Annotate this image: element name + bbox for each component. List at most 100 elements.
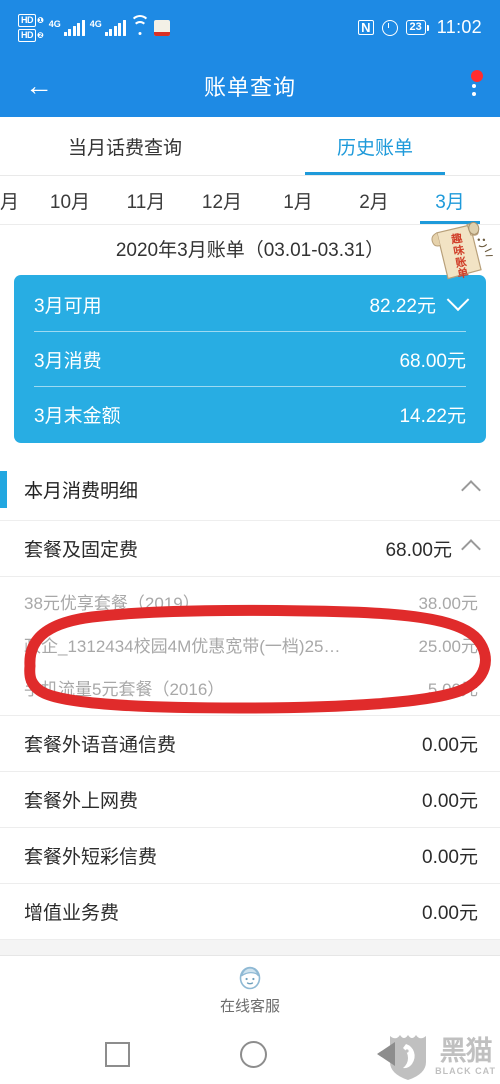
bill-period-title: 2020年3月账单（03.01-03.31） — [115, 239, 385, 261]
row-label: 套餐外语音通信费 — [24, 735, 177, 756]
month-label: 10月 — [49, 191, 91, 213]
sub-row-38-plan: 38元优享套餐（2019） 38.00元 — [0, 580, 500, 623]
signal-sim2: 4G — [90, 19, 126, 36]
row-extra-sms-fee[interactable]: 套餐外短彩信费 0.00元 — [0, 828, 500, 884]
phone-screen: HD ❶ HD ❷ 4G 4G N 23 11:02 ← 账单查询 当月话费查询… — [0, 0, 500, 1084]
sub-row-campus-broadband: 政企_1312434校园4M优惠宽带(一档)25元（首... 25.00元 — [0, 623, 500, 666]
summary-value-wrap: 68.00元 — [399, 346, 466, 373]
sim-indicator-1: ❶ — [37, 15, 44, 25]
summary-card: 3月可用 82.22元 3月消费 68.00元 3月末金额 14.22元 — [14, 275, 486, 443]
row-package-fixed-fee[interactable]: 套餐及固定费 68.00元 — [0, 521, 500, 577]
main-tabs: 当月话费查询 历史账单 — [0, 117, 500, 176]
month-item-1[interactable]: 1月 — [260, 176, 336, 224]
android-nav-bar: 黑猫 BLACK CAT — [0, 1024, 500, 1084]
signal-bars-icon-1 — [63, 20, 85, 36]
summary-value: 14.22元 — [399, 405, 466, 427]
month-item-2[interactable]: 2月 — [336, 176, 412, 224]
alarm-clock-icon — [381, 19, 398, 36]
app-notification-icon — [153, 19, 170, 36]
row-extra-data-fee[interactable]: 套餐外上网费 0.00元 — [0, 772, 500, 828]
summary-label: 3月消费 — [34, 350, 102, 372]
section-title: 本月消费明细 — [24, 481, 139, 502]
month-label: 11月 — [126, 191, 166, 213]
row-label: 政企_1312434校园4M优惠宽带(一档)25元（首... — [24, 637, 354, 656]
chevron-up-icon[interactable] — [461, 479, 481, 500]
back-arrow-icon[interactable]: ← — [22, 69, 56, 103]
page-title: 账单查询 — [203, 75, 296, 100]
fun-bill-scroll-icon[interactable]: 趣 味 账 单 — [426, 219, 496, 289]
watermark-black-cat: 黑猫 BLACK CAT — [386, 1032, 496, 1082]
month-label: 1月 — [283, 191, 313, 213]
tab-label: 当月话费查询 — [67, 137, 182, 159]
more-vertical-icon[interactable] — [471, 70, 483, 96]
hd-badge-sim2: HD ❷ — [18, 28, 44, 42]
status-bar-clock: 11:02 — [436, 17, 482, 37]
circle-home-icon[interactable] — [240, 1040, 267, 1068]
watermark-cn: 黑猫 — [439, 1036, 493, 1066]
network-type-1: 4G — [48, 19, 61, 29]
summary-value-wrap: 82.22元 — [369, 288, 470, 318]
row-value: 5.00元 — [427, 680, 478, 699]
status-bar-left: HD ❶ HD ❷ 4G 4G — [18, 13, 170, 42]
row-label: 套餐外上网费 — [24, 791, 139, 812]
summary-value: 68.00元 — [399, 350, 466, 372]
row-value: 38.00元 — [418, 594, 478, 613]
row-label: 手机流量5元套餐（2016） — [24, 680, 225, 699]
hd-label-1: HD — [18, 13, 36, 27]
watermark-text: 黑猫 BLACK CAT — [435, 1038, 496, 1076]
online-service-label: 在线客服 — [219, 998, 280, 1015]
tab-history-bills[interactable]: 历史账单 — [250, 117, 500, 175]
row-label: 增值业务费 — [24, 903, 120, 924]
chevron-down-icon[interactable] — [446, 288, 470, 312]
status-bar: HD ❶ HD ❷ 4G 4G N 23 11:02 — [0, 0, 500, 55]
sub-row-data-5-plan: 手机流量5元套餐（2016） 5.00元 — [0, 666, 500, 709]
month-item-10[interactable]: 10月 — [32, 176, 108, 224]
month-item-12[interactable]: 12月 — [184, 176, 260, 224]
details-scroll-area[interactable]: 本月消费明细 套餐及固定费 68.00元 38元优享套餐（2019） 38.00… — [0, 459, 500, 955]
row-value: 68.00元 — [385, 540, 452, 561]
wifi-icon — [129, 14, 150, 35]
summary-label: 3月可用 — [34, 295, 102, 317]
chevron-up-icon[interactable] — [461, 538, 481, 559]
section-accent-bar — [0, 471, 7, 508]
signal-sim1: 4G — [49, 19, 85, 36]
row-value: 25.00元 — [418, 637, 478, 656]
summary-card-wrap: 3月可用 82.22元 3月消费 68.00元 3月末金额 14.22元 — [0, 271, 500, 459]
black-cat-shield-icon — [390, 1035, 427, 1080]
online-service-bar[interactable]: 在线客服 — [0, 955, 500, 1024]
battery-percent-label: 23 — [405, 20, 426, 35]
package-sub-items: 38元优享套餐（2019） 38.00元 政企_1312434校园4M优惠宽带(… — [0, 577, 500, 716]
month-item-partial[interactable]: 月 — [0, 176, 32, 224]
watermark-en: BLACK CAT — [435, 1066, 496, 1076]
tab-current-month-charges[interactable]: 当月话费查询 — [0, 117, 250, 175]
row-value: 0.00元 — [422, 791, 478, 812]
month-item-11[interactable]: 11月 — [108, 176, 184, 224]
signal-bars-icon-2 — [104, 20, 126, 36]
notification-badge-dot — [471, 70, 483, 82]
network-type-2: 4G — [89, 19, 102, 29]
summary-row-end-balance: 3月末金额 14.22元 — [34, 386, 466, 441]
status-bar-right: N 23 11:02 — [358, 17, 482, 38]
month-selector[interactable]: 月 10月 11月 12月 1月 2月 3月 — [0, 176, 500, 225]
month-label: 月 — [0, 191, 20, 213]
section-header-monthly-detail[interactable]: 本月消费明细 — [0, 459, 500, 521]
month-item-3[interactable]: 3月 — [412, 176, 488, 224]
volte-hd-stack: HD ❶ HD ❷ — [18, 13, 44, 42]
row-extra-voice-fee[interactable]: 套餐外语音通信费 0.00元 — [0, 716, 500, 772]
summary-row-consumed: 3月消费 68.00元 — [34, 331, 466, 386]
details-panel: 本月消费明细 套餐及固定费 68.00元 38元优享套餐（2019） 38.00… — [0, 459, 500, 940]
sim-indicator-2: ❷ — [37, 30, 44, 40]
tab-label: 历史账单 — [336, 137, 413, 159]
month-label: 3月 — [435, 191, 465, 213]
summary-row-available[interactable]: 3月可用 82.22元 — [34, 277, 470, 331]
row-label: 套餐外短彩信费 — [24, 847, 158, 868]
battery-icon: 23 — [405, 20, 429, 35]
row-value-added-fee[interactable]: 增值业务费 0.00元 — [0, 884, 500, 940]
summary-value-wrap: 14.22元 — [399, 401, 466, 428]
row-value: 0.00元 — [422, 903, 478, 924]
summary-value: 82.22元 — [369, 295, 436, 317]
month-label: 12月 — [201, 191, 243, 213]
month-label: 2月 — [359, 191, 389, 213]
square-recents-icon[interactable] — [105, 1041, 130, 1067]
hd-badge-sim1: HD ❶ — [18, 13, 44, 27]
